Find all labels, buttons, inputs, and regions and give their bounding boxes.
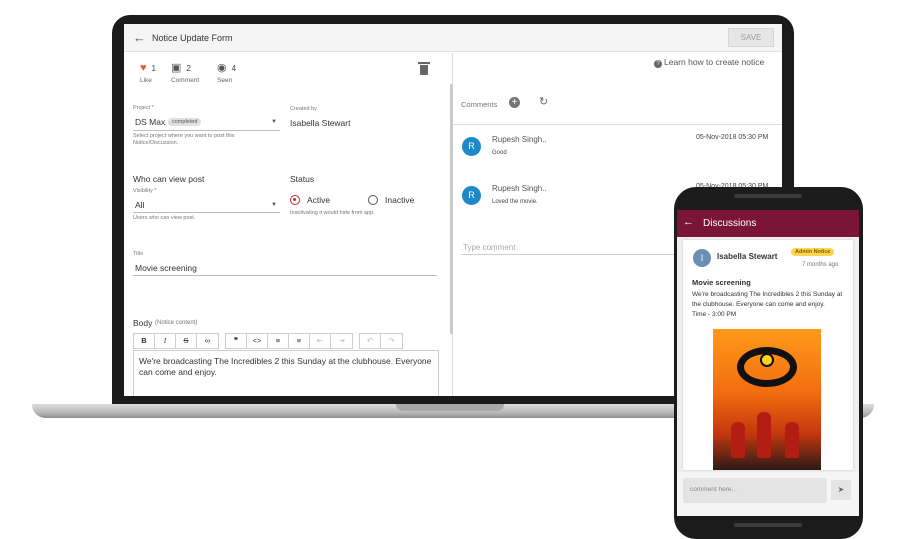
laptop-notch (396, 404, 504, 411)
save-button[interactable]: SAVE (728, 28, 774, 47)
radio-inactive[interactable] (368, 195, 378, 205)
comment-stat[interactable]: ▣ 2 Comment (171, 62, 200, 85)
status-badge: completed (168, 118, 202, 126)
phone-app-bar: ← Discussions (677, 210, 859, 237)
undo-icon[interactable]: ↶ (360, 334, 381, 348)
phone-title: Discussions (703, 218, 757, 229)
created-by-label: Created by (290, 106, 317, 112)
comment-author: Rupesh Singh.. (492, 184, 547, 193)
title-underline (133, 275, 437, 276)
refresh-icon[interactable]: ↻ (539, 95, 548, 108)
post-author: Isabella Stewart (717, 252, 778, 261)
eye-icon: ◉ (217, 62, 227, 74)
comment-count: 2 (186, 64, 191, 73)
bulleted-list-icon[interactable]: ≡ (268, 334, 289, 348)
phone-screen: ← Discussions I Isabella Stewart Admin N… (677, 210, 859, 516)
visibility-select[interactable]: All (135, 200, 144, 210)
link-icon[interactable]: ∞ (197, 334, 218, 348)
body-editor[interactable]: We're broadcasting The Incredibles 2 thi… (133, 350, 439, 396)
learn-link-text: Learn how to create notice (664, 57, 765, 67)
status-helper: Inactivating it would hide from app. (290, 210, 375, 216)
poster-figure (731, 422, 745, 458)
post-time: 7 months ago (802, 262, 839, 268)
body-hint: (Notice content) (155, 320, 198, 326)
page-title: Notice Update Form (152, 33, 233, 43)
created-by-value: Isabella Stewart (290, 118, 351, 128)
add-comment-icon[interactable]: + (509, 97, 520, 108)
radio-active-label[interactable]: Active (307, 195, 330, 205)
comment-bar: comment here... ➤ (677, 472, 859, 516)
poster-figure (785, 422, 799, 458)
post-title: Movie screening (692, 278, 751, 287)
movie-poster-image (713, 329, 821, 470)
project-select[interactable]: DS Max (135, 117, 165, 127)
admin-notice-badge: Admin Notice (791, 248, 835, 256)
project-underline (133, 130, 280, 131)
avatar: I (693, 249, 711, 267)
like-count: 1 (151, 64, 156, 73)
like-label: Like (140, 77, 152, 84)
avatar: R (462, 137, 481, 156)
project-helper: Select project where you want to post th… (133, 133, 235, 146)
app-bar: ← Notice Update Form SAVE (124, 24, 782, 52)
italic-button[interactable]: I (155, 334, 176, 348)
radio-inactive-label[interactable]: Inactive (385, 195, 414, 205)
scrollbar[interactable] (450, 84, 453, 334)
editor-toolbar: B I S ∞ ❞ <> ≡ ≡ ⇤ ⇥ ↶ ↷ (133, 333, 409, 349)
visibility-underline (133, 212, 280, 213)
comment-label: Comment (171, 77, 200, 84)
comment-icon: ▣ (171, 62, 182, 74)
outdent-icon[interactable]: ⇤ (310, 334, 331, 348)
phone-speaker (734, 194, 802, 198)
bold-button[interactable]: B (134, 334, 155, 348)
heart-icon: ♥ (140, 62, 147, 74)
poster-figure (757, 412, 771, 458)
numbered-list-icon[interactable]: ≡ (289, 334, 310, 348)
strikethrough-button[interactable]: S (176, 334, 197, 348)
indent-icon[interactable]: ⇥ (331, 334, 352, 348)
code-button[interactable]: <> (247, 334, 268, 348)
comment-text: Good (492, 150, 507, 156)
seen-stat[interactable]: ◉ 4 Seen (217, 62, 237, 85)
comment-author: Rupesh Singh.. (492, 135, 547, 144)
discussion-card[interactable]: I Isabella Stewart Admin Notice 7 months… (683, 240, 853, 470)
comment-input[interactable]: Type comment (463, 243, 515, 252)
back-arrow-icon[interactable]: ← (683, 216, 694, 228)
comments-label: Comments (461, 100, 498, 109)
visibility-label: Visibility * (133, 188, 157, 194)
visibility-helper: Users who can view post. (133, 215, 196, 221)
status-heading: Status (290, 174, 315, 184)
redo-icon[interactable]: ↷ (381, 334, 402, 348)
phone-speaker (734, 523, 802, 527)
post-body: We're broadcasting The Incredibles 2 thi… (692, 291, 843, 318)
avatar: R (462, 186, 481, 205)
comment-text: Loved the movie. (492, 199, 538, 205)
radio-active[interactable] (290, 195, 300, 205)
seen-label: Seen (217, 77, 233, 84)
project-label: Project * (133, 105, 154, 111)
visibility-heading: Who can view post (133, 174, 205, 184)
learn-link[interactable]: ? Learn how to create notice (654, 57, 764, 68)
divider (453, 124, 782, 125)
notice-form: ♥ 1 Like ▣ 2 Comment ◉ 4 Seen Project * DS … (124, 53, 452, 396)
poster-emblem-core (760, 353, 774, 367)
help-icon: ? (654, 60, 662, 68)
comment-date: 05-Nov-2018 05:30 PM (696, 134, 769, 141)
send-icon[interactable]: ➤ (831, 480, 851, 500)
delete-icon[interactable] (418, 62, 430, 75)
seen-count: 4 (231, 64, 237, 73)
body-label: Body (133, 318, 153, 328)
caret-down-icon[interactable]: ▼ (271, 202, 277, 208)
caret-down-icon[interactable]: ▼ (271, 119, 277, 125)
quote-icon[interactable]: ❞ (226, 334, 247, 348)
like-stat[interactable]: ♥ 1 Like (140, 62, 156, 85)
title-label: Title (133, 251, 144, 257)
back-arrow-icon[interactable]: ← (133, 30, 146, 45)
phone-comment-input[interactable]: comment here... (683, 478, 827, 503)
title-input[interactable]: Movie screening (135, 263, 197, 273)
